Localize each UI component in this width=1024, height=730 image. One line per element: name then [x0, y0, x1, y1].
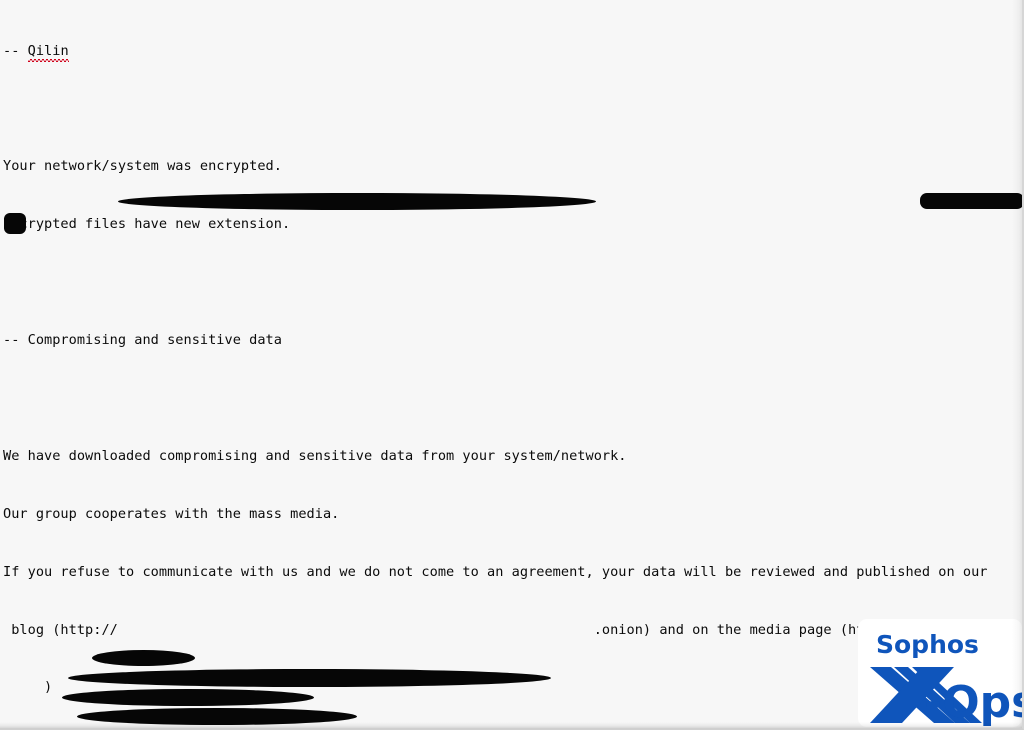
- note-line-encrypted-1: Your network/system was encrypted.: [3, 158, 282, 175]
- note-line-encrypted-2: Encrypted files have new extension.: [3, 216, 291, 233]
- note-line-refuse: If you refuse to communicate with us and…: [3, 563, 988, 580]
- ransom-note-screenshot: -- Qilin Your network/system was encrypt…: [0, 0, 1024, 730]
- group-name-misspelled: Qilin: [27, 42, 69, 63]
- note-line-blank-1: [3, 99, 1022, 118]
- note-line-blank-3: [3, 389, 1022, 408]
- note-line-mass-media: Our group cooperates with the mass media…: [3, 505, 340, 522]
- note-line-heading-compromising: -- Compromising and sensitive data: [3, 332, 282, 349]
- logo-wordmark-ops: -Ops: [924, 677, 1022, 727]
- note-line-downloaded: We have downloaded compromising and sens…: [3, 447, 627, 464]
- note-line-heading-group: -- Qilin: [3, 42, 1022, 63]
- sophos-x-ops-logo: Sophos -Ops: [858, 619, 1022, 727]
- note-line-prefix: --: [3, 42, 28, 59]
- note-line-blank-2: [3, 273, 1022, 292]
- logo-wordmark-sophos: Sophos: [876, 630, 979, 659]
